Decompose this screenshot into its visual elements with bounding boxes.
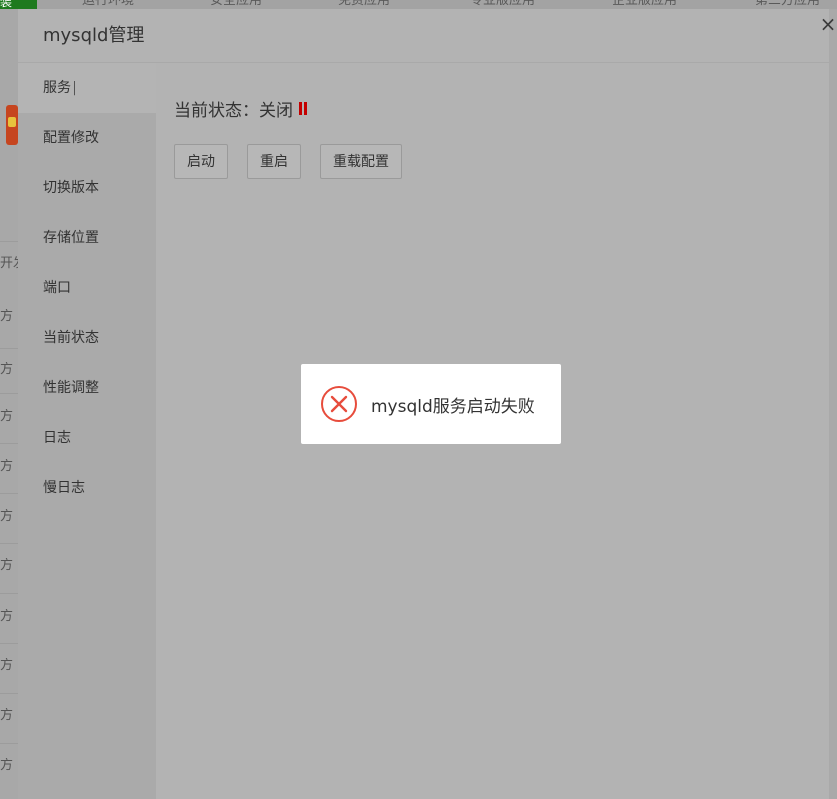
background-green-tab: 装 [0, 0, 37, 9]
bg-tab-free[interactable]: 免费应用 [338, 0, 390, 9]
toast-message: mysqld服务启动失败 [371, 396, 535, 417]
background-left-strip: 开发 方 方 方 方 方 方 方 方 方 方 [0, 9, 18, 799]
bg-strip-label: 方 [0, 758, 14, 773]
status-text: 当前状态：关闭 [174, 101, 293, 121]
bg-strip-label: 方 [0, 309, 14, 324]
bg-tab-runtime[interactable]: 运行环境 [82, 0, 134, 9]
nav-item-log[interactable]: 日志 [18, 413, 156, 463]
nav-item-storage-location[interactable]: 存储位置 [18, 213, 156, 263]
bg-strip-label: 方 [0, 459, 14, 474]
nav-item-switch-version[interactable]: 切换版本 [18, 163, 156, 213]
bg-tab-security[interactable]: 安全应用 [210, 0, 262, 9]
nav-item-service[interactable]: 服务 [18, 63, 156, 113]
bg-strip-label: 方 [0, 708, 14, 723]
nav-item-performance[interactable]: 性能调整 [18, 363, 156, 413]
bg-strip-label: 方 [0, 558, 14, 573]
nav-item-current-status[interactable]: 当前状态 [18, 313, 156, 363]
start-button[interactable]: 启动 [174, 144, 228, 179]
modal-side-nav: 服务 配置修改 切换版本 存储位置 端口 当前状态 性能调整 日志 慢日志 [18, 63, 156, 799]
bg-tab-pro[interactable]: 专业版应用 [470, 0, 535, 9]
bg-strip-label: 方 [0, 609, 14, 624]
error-circle-icon [321, 386, 357, 422]
modal-title: mysqld管理 [18, 9, 829, 63]
bg-strip-label: 方 [0, 409, 14, 424]
bg-strip-label: 方 [0, 658, 14, 673]
reload-config-button[interactable]: 重载配置 [320, 144, 402, 179]
bg-tab-enterprise[interactable]: 企业版应用 [612, 0, 677, 9]
nav-item-config-edit[interactable]: 配置修改 [18, 113, 156, 163]
app-logo-icon [6, 105, 18, 145]
nav-item-port[interactable]: 端口 [18, 263, 156, 313]
bg-tab-thirdparty[interactable]: 第三方应用 [755, 0, 820, 9]
background-right-strip [829, 9, 837, 799]
error-toast: mysqld服务启动失败 [301, 364, 561, 444]
service-actions: 启动 重启 重载配置 [174, 144, 402, 179]
background-top-tabs: 装 运行环境 安全应用 免费应用 专业版应用 企业版应用 第三方应用 [0, 0, 837, 9]
restart-button[interactable]: 重启 [247, 144, 301, 179]
bg-strip-label: 方 [0, 509, 14, 524]
nav-item-slow-log[interactable]: 慢日志 [18, 463, 156, 513]
bg-strip-label: 开发 [0, 256, 18, 271]
service-status: 当前状态：关闭 [174, 96, 307, 121]
close-icon[interactable]: × [819, 9, 837, 39]
bg-strip-label: 方 [0, 362, 14, 377]
stopped-status-icon [299, 102, 307, 115]
